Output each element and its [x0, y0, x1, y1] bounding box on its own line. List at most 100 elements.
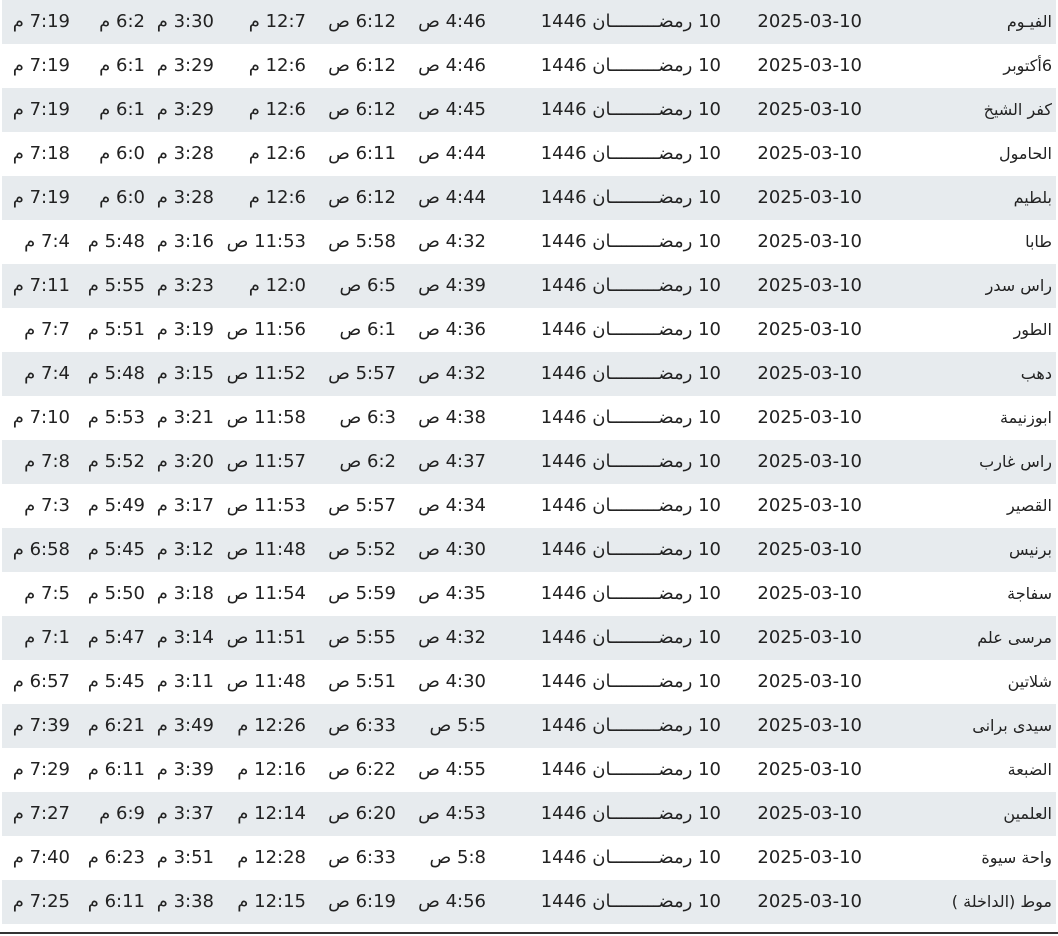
gregorian-date: 2025-03-10	[757, 715, 862, 736]
asr-time: 3:37 م	[156, 803, 214, 824]
asr-time: 3:17 م	[156, 495, 214, 516]
isha-time: 7:5 م	[24, 583, 70, 604]
asr-time: 3:21 م	[156, 407, 214, 428]
sunrise-time: 5:51 ص	[328, 671, 396, 692]
city-name: بلطيم	[1013, 188, 1052, 207]
table-row: كفر الشيخ 2025-03-10 10 رمضـــــــــان 144…	[2, 88, 1056, 132]
fajr-time: 4:37 ص	[418, 451, 486, 472]
asr-time: 3:12 م	[156, 539, 214, 560]
asr-time: 3:39 م	[156, 759, 214, 780]
city-name: موط (الداخلة )	[951, 892, 1052, 911]
asr-time: 3:28 م	[156, 187, 214, 208]
isha-time: 7:10 م	[12, 407, 70, 428]
dhuhr-time: 11:48 ص	[226, 539, 306, 560]
fajr-time: 4:44 ص	[418, 143, 486, 164]
hijri-date: 10 رمضـــــــــان 1446	[540, 495, 721, 516]
dhuhr-time: 11:52 ص	[226, 363, 306, 384]
isha-time: 7:19 م	[12, 11, 70, 32]
isha-time: 7:19 م	[12, 99, 70, 120]
table-row: 6أكتوبر 2025-03-10 10 رمضـــــــــان 1446 4…	[2, 44, 1056, 88]
city-name: واحة سيوة	[981, 848, 1052, 867]
gregorian-date: 2025-03-10	[757, 363, 862, 384]
fajr-time: 5:5 ص	[429, 715, 486, 736]
dhuhr-time: 11:56 ص	[226, 319, 306, 340]
asr-time: 3:20 م	[156, 451, 214, 472]
gregorian-date: 2025-03-10	[757, 451, 862, 472]
fajr-time: 4:46 ص	[418, 11, 486, 32]
sunrise-time: 5:58 ص	[328, 231, 396, 252]
table-row: سيدى برانى 2025-03-10 10 رمضـــــــــان 14…	[2, 704, 1056, 748]
maghrib-time: 5:45 م	[87, 671, 145, 692]
hijri-date: 10 رمضـــــــــان 1446	[540, 627, 721, 648]
hijri-date: 10 رمضـــــــــان 1446	[540, 759, 721, 780]
isha-time: 7:7 م	[24, 319, 70, 340]
dhuhr-time: 11:58 ص	[226, 407, 306, 428]
sunrise-time: 6:22 ص	[328, 759, 396, 780]
gregorian-date: 2025-03-10	[757, 759, 862, 780]
isha-time: 7:1 م	[24, 627, 70, 648]
city-name: راس غارب	[979, 452, 1052, 471]
asr-time: 3:51 م	[156, 847, 214, 868]
gregorian-date: 2025-03-10	[757, 671, 862, 692]
city-name: الطور	[1013, 320, 1052, 339]
table-row: سفاجة 2025-03-10 10 رمضـــــــــان 1446 4:3…	[2, 572, 1056, 616]
asr-time: 3:19 م	[156, 319, 214, 340]
table-row: طابا 2025-03-10 10 رمضـــــــــان 1446 4:32…	[2, 220, 1056, 264]
sunrise-time: 6:11 ص	[328, 143, 396, 164]
isha-time: 7:40 م	[12, 847, 70, 868]
isha-time: 7:19 م	[12, 55, 70, 76]
hijri-date: 10 رمضـــــــــان 1446	[540, 11, 721, 32]
sunrise-time: 6:33 ص	[328, 715, 396, 736]
fajr-time: 4:35 ص	[418, 583, 486, 604]
maghrib-time: 6:0 م	[99, 143, 145, 164]
hijri-date: 10 رمضـــــــــان 1446	[540, 583, 721, 604]
asr-time: 3:11 م	[156, 671, 214, 692]
dhuhr-time: 12:7 م	[248, 11, 306, 32]
fajr-time: 4:34 ص	[418, 495, 486, 516]
maghrib-time: 5:51 م	[87, 319, 145, 340]
table-row: موط (الداخلة ) 2025-03-10 10 رمضـــــــــا…	[2, 880, 1056, 924]
table-row: العلمين 2025-03-10 10 رمضـــــــــان 1446 4…	[2, 792, 1056, 836]
city-name: سيدى برانى	[972, 716, 1052, 735]
fajr-time: 4:32 ص	[418, 231, 486, 252]
sunrise-time: 6:12 ص	[328, 11, 396, 32]
city-name: دهب	[1020, 364, 1052, 383]
fajr-time: 4:32 ص	[418, 363, 486, 384]
isha-time: 7:4 م	[24, 363, 70, 384]
dhuhr-time: 11:53 ص	[226, 495, 306, 516]
dhuhr-time: 11:54 ص	[226, 583, 306, 604]
fajr-time: 4:53 ص	[418, 803, 486, 824]
dhuhr-time: 12:0 م	[248, 275, 306, 296]
asr-time: 3:18 م	[156, 583, 214, 604]
city-name: مرسى علم	[977, 628, 1052, 647]
sunrise-time: 6:5 ص	[339, 275, 396, 296]
maghrib-time: 5:48 م	[87, 231, 145, 252]
maghrib-time: 5:45 م	[87, 539, 145, 560]
fajr-time: 4:55 ص	[418, 759, 486, 780]
dhuhr-time: 12:6 م	[248, 187, 306, 208]
fajr-time: 4:39 ص	[418, 275, 486, 296]
gregorian-date: 2025-03-10	[757, 407, 862, 428]
gregorian-date: 2025-03-10	[757, 847, 862, 868]
asr-time: 3:14 م	[156, 627, 214, 648]
gregorian-date: 2025-03-10	[757, 583, 862, 604]
asr-time: 3:29 م	[156, 99, 214, 120]
asr-time: 3:49 م	[156, 715, 214, 736]
hijri-date: 10 رمضـــــــــان 1446	[540, 99, 721, 120]
maghrib-time: 5:47 م	[87, 627, 145, 648]
sunrise-time: 6:1 ص	[339, 319, 396, 340]
table-row: الضبعة 2025-03-10 10 رمضـــــــــان 1446 4:…	[2, 748, 1056, 792]
dhuhr-time: 12:28 م	[237, 847, 306, 868]
dhuhr-time: 12:6 م	[248, 143, 306, 164]
gregorian-date: 2025-03-10	[757, 319, 862, 340]
sunrise-time: 6:20 ص	[328, 803, 396, 824]
maghrib-time: 6:11 م	[87, 759, 145, 780]
gregorian-date: 2025-03-10	[757, 143, 862, 164]
isha-time: 7:8 م	[24, 451, 70, 472]
isha-time: 7:11 م	[12, 275, 70, 296]
table-row: راس سدر 2025-03-10 10 رمضـــــــــان 1446 4…	[2, 264, 1056, 308]
maghrib-time: 6:1 م	[99, 55, 145, 76]
city-name: الفيـوم	[1006, 12, 1052, 31]
hijri-date: 10 رمضـــــــــان 1446	[540, 891, 721, 912]
asr-time: 3:30 م	[156, 11, 214, 32]
